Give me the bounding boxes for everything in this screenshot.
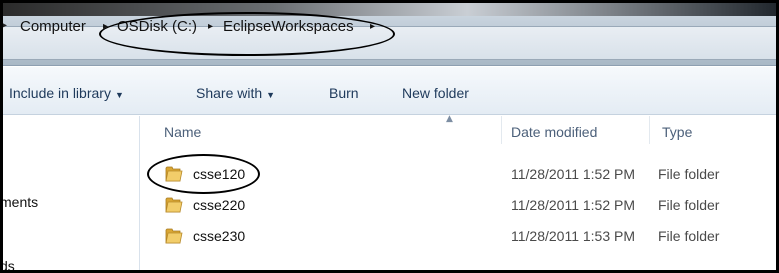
file-row[interactable]: csse220 11/28/2011 1:52 PM File folder xyxy=(141,192,779,218)
nav-item-documents[interactable]: ments xyxy=(0,194,38,210)
annotation-ellipse-breadcrumb xyxy=(99,12,395,56)
annotation-ellipse-csse120 xyxy=(147,154,260,194)
sort-ascending-icon: ▲ xyxy=(446,114,453,124)
file-date: 11/28/2011 1:52 PM xyxy=(511,197,636,213)
include-in-library-button[interactable]: Include in library ▼ xyxy=(9,85,124,101)
share-with-button[interactable]: Share with ▼ xyxy=(196,85,275,101)
folder-icon xyxy=(165,197,183,213)
navigation-pane: ments ds xyxy=(0,116,140,273)
column-type-header[interactable]: Type xyxy=(662,124,692,140)
burn-button[interactable]: Burn xyxy=(329,85,359,101)
breadcrumb-chevron-icon[interactable]: ▸ xyxy=(2,20,7,31)
chevron-down-icon: ▼ xyxy=(266,90,276,100)
column-header-row: Name ▲ Date modified Type xyxy=(141,114,779,144)
chevron-down-icon: ▼ xyxy=(114,90,124,100)
file-date: 11/28/2011 1:52 PM xyxy=(511,166,636,182)
file-name: csse220 xyxy=(193,197,246,213)
column-name-header[interactable]: Name xyxy=(164,124,201,140)
explorer-window: ▸ Computer ▸ OSDisk (C:) ▸ EclipseWorksp… xyxy=(0,0,779,273)
file-row[interactable]: csse230 11/28/2011 1:53 PM File folder xyxy=(141,223,779,249)
file-name: csse230 xyxy=(193,228,246,244)
title-strip xyxy=(0,0,779,16)
command-toolbar: Include in library ▼ Share with ▼ Burn New… xyxy=(0,67,779,115)
share-with-label: Share with xyxy=(196,85,263,101)
column-divider[interactable] xyxy=(501,116,502,144)
file-type: File folder xyxy=(658,197,720,213)
file-date: 11/28/2011 1:53 PM xyxy=(511,228,636,244)
column-date-header[interactable]: Date modified xyxy=(511,124,597,140)
nav-item-downloads[interactable]: ds xyxy=(0,258,15,273)
file-type: File folder xyxy=(658,228,720,244)
file-type: File folder xyxy=(658,166,720,182)
breadcrumb-computer[interactable]: Computer xyxy=(20,18,86,35)
include-in-library-label: Include in library xyxy=(9,85,111,101)
folder-icon xyxy=(165,228,183,244)
new-folder-button[interactable]: New folder xyxy=(402,85,469,101)
column-divider[interactable] xyxy=(649,116,650,144)
